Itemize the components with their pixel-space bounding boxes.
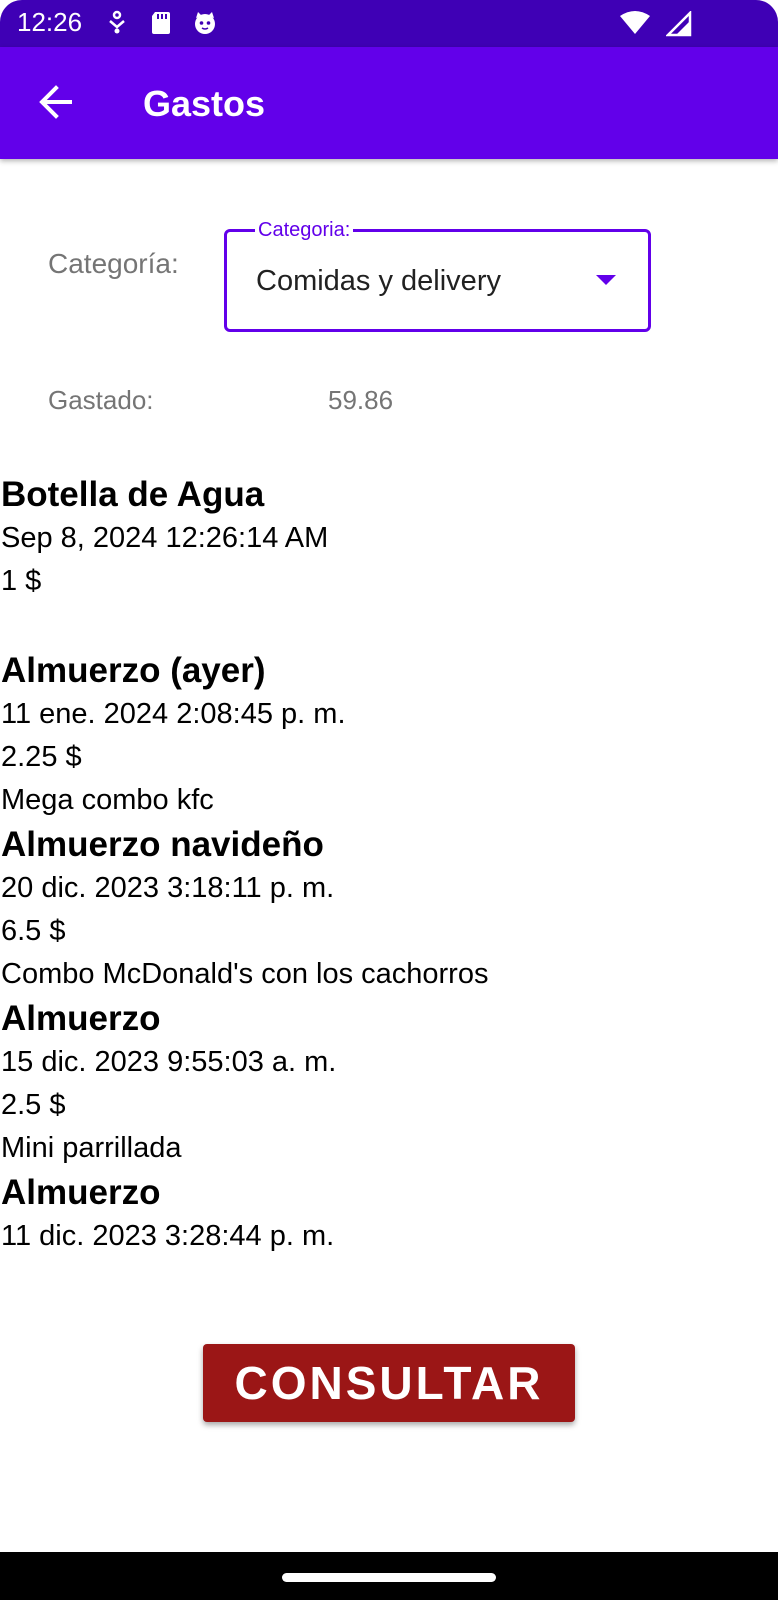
expense-title: Botella de Agua	[1, 475, 265, 514]
expense-item: Almuerzo 15 dic. 2023 9:55:03 a. m. 2.5 …	[1, 996, 771, 1170]
expense-note	[1, 603, 771, 648]
expense-date: 11 dic. 2023 3:28:44 p. m.	[1, 1220, 335, 1252]
back-button[interactable]	[34, 80, 78, 124]
consultar-button[interactable]: CONSULTAR	[203, 1344, 575, 1422]
signal-icon	[664, 9, 692, 42]
expense-title: Almuerzo navideño	[1, 825, 324, 864]
expense-date: 20 dic. 2023 3:18:11 p. m.	[1, 872, 335, 904]
page-title: Gastos	[143, 83, 266, 124]
expense-date: 15 dic. 2023 9:55:03 a. m.	[1, 1046, 337, 1078]
expense-title: Almuerzo	[1, 1173, 161, 1212]
caret-down-icon	[596, 275, 616, 285]
navigation-bar	[0, 1552, 778, 1600]
status-time: 12:26	[17, 7, 83, 37]
expense-date: 11 ene. 2024 2:08:45 p. m.	[1, 698, 346, 730]
spent-label: Gastado:	[48, 385, 154, 415]
expense-title: Almuerzo	[1, 999, 161, 1038]
arrow-left-icon	[34, 85, 78, 128]
sd-card-icon	[150, 10, 172, 41]
expense-item: Almuerzo (ayer) 11 ene. 2024 2:08:45 p. …	[1, 648, 771, 822]
usb-debug-icon	[106, 10, 128, 41]
expense-amount: 6.5 $	[1, 915, 66, 947]
category-dropdown-label: Categoria:	[255, 219, 354, 242]
spent-value: 59.86	[328, 385, 394, 415]
expense-item: Almuerzo 11 dic. 2023 3:28:44 p. m.	[1, 1170, 771, 1258]
expense-amount: 2.5 $	[1, 1089, 66, 1121]
expense-list: Botella de Agua Sep 8, 2024 12:26:14 AM …	[1, 472, 771, 1258]
category-dropdown[interactable]: Categoria: Comidas y delivery	[224, 219, 651, 332]
expense-item: Botella de Agua Sep 8, 2024 12:26:14 AM …	[1, 472, 771, 648]
expense-item: Almuerzo navideño 20 dic. 2023 3:18:11 p…	[1, 822, 771, 996]
expense-note: Mega combo kfc	[1, 784, 214, 816]
status-bar: 12:26	[0, 0, 778, 47]
expense-note: Mini parrillada	[1, 1132, 182, 1164]
category-dropdown-value: Comidas y delivery	[256, 265, 501, 297]
home-gesture-handle[interactable]	[282, 1573, 496, 1582]
expense-title: Almuerzo (ayer)	[1, 651, 266, 690]
expense-amount: 2.25 $	[1, 741, 82, 773]
expense-note: Combo McDonald's con los cachorros	[1, 958, 489, 990]
cat-notification-icon	[192, 10, 218, 41]
wifi-icon	[620, 11, 650, 40]
expense-amount: 1 $	[1, 565, 42, 597]
app-bar: Gastos	[0, 47, 778, 159]
category-label: Categoría:	[48, 248, 179, 279]
expense-date: Sep 8, 2024 12:26:14 AM	[1, 522, 329, 554]
